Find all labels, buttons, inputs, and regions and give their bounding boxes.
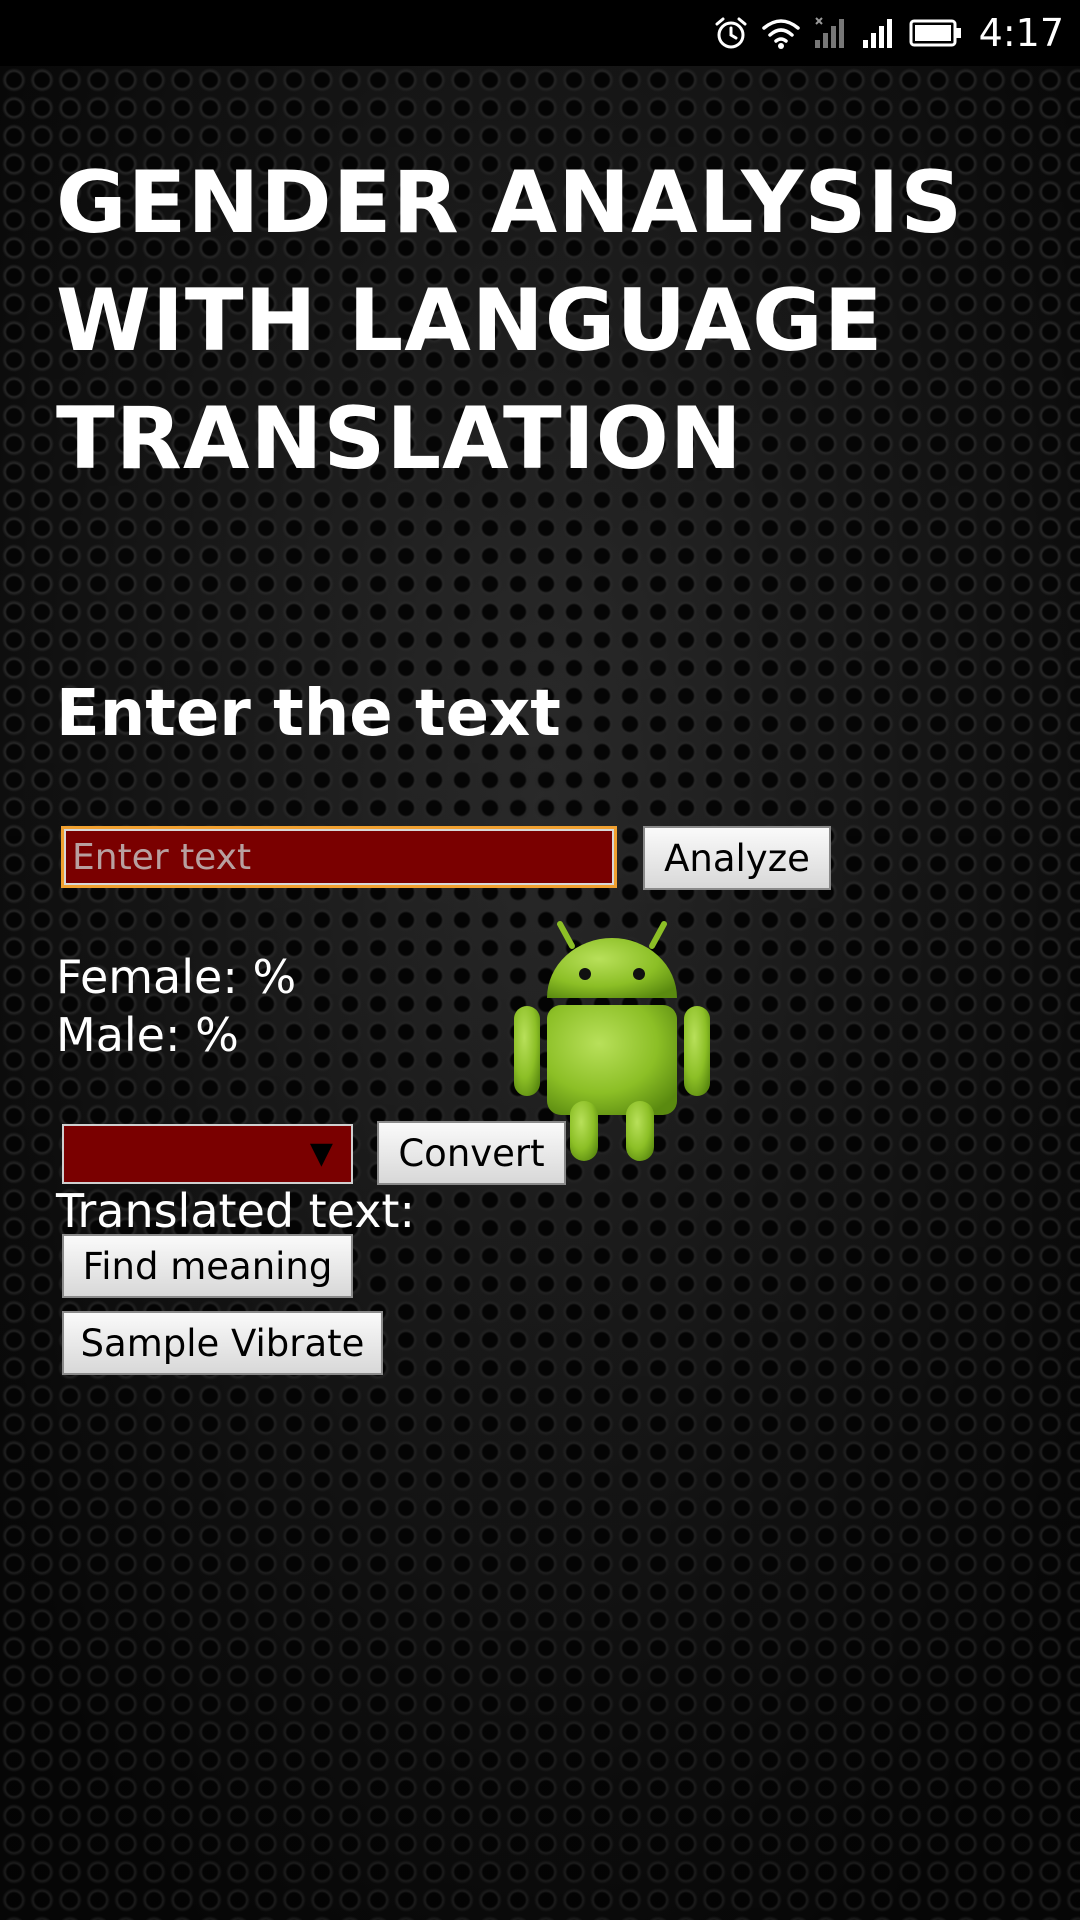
- signal-sim1-icon: [813, 16, 849, 50]
- alarm-icon: [713, 15, 749, 51]
- translated-text-label: Translated text:: [56, 1184, 415, 1238]
- app-title: GENDER ANALYSIS WITH LANGUAGE TRANSLATIO…: [56, 153, 964, 489]
- status-icons: 4:17: [713, 10, 1064, 56]
- convert-button[interactable]: Convert: [377, 1121, 566, 1185]
- app-content: GENDER ANALYSIS WITH LANGUAGE TRANSLATIO…: [0, 66, 1080, 1920]
- signal-sim2-icon: [861, 16, 897, 50]
- sample-vibrate-button[interactable]: Sample Vibrate: [62, 1311, 383, 1375]
- status-bar: 4:17: [0, 0, 1080, 66]
- male-result: Male: %: [56, 1008, 239, 1062]
- app-screen: 4:17 GENDER ANALYSIS WITH LANGUAGE TRANS…: [0, 0, 1080, 1920]
- dropdown-arrow-icon: ▼: [309, 1136, 333, 1171]
- enter-text-heading: Enter the text: [56, 677, 561, 751]
- analyze-button[interactable]: Analyze: [643, 826, 831, 890]
- status-time: 4:17: [978, 11, 1064, 55]
- battery-icon: [909, 18, 963, 48]
- female-result: Female: %: [56, 950, 297, 1004]
- language-select[interactable]: ▼: [62, 1124, 353, 1184]
- wifi-icon: [761, 16, 801, 50]
- find-meaning-button[interactable]: Find meaning: [62, 1234, 353, 1298]
- enter-text-input[interactable]: [61, 826, 617, 888]
